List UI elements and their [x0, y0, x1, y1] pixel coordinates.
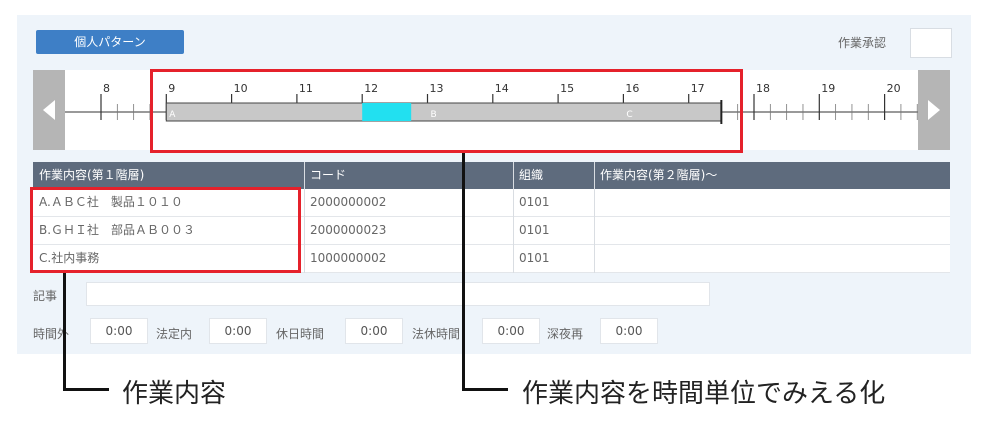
hour-tick-label: 20: [887, 82, 901, 95]
timeline-highlight-frame: [150, 69, 743, 153]
column-header-subtask[interactable]: 作業内容(第２階層)～: [594, 162, 950, 189]
hour-tick-label: 19: [821, 82, 835, 95]
org-cell: 0101: [519, 251, 550, 265]
callout-task-content: 作業内容: [122, 379, 227, 409]
code-cell: 1000000002: [310, 251, 387, 265]
late-night-input[interactable]: 0:00: [600, 318, 658, 344]
code-cell: 2000000002: [310, 195, 387, 209]
work-approval-checkbox[interactable]: [910, 28, 952, 58]
org-cell: 0101: [519, 195, 550, 209]
timeline-scroll-left-button[interactable]: [33, 70, 65, 150]
personal-pattern-button[interactable]: 個人パターン: [36, 30, 184, 54]
subtask-cell: [594, 217, 950, 244]
chevron-left-icon: [43, 100, 55, 120]
subtask-cell: [594, 245, 950, 272]
callout-line-left: [63, 273, 66, 391]
column-divider: [304, 162, 305, 273]
callout-line-right: [462, 388, 508, 391]
column-divider: [513, 162, 514, 273]
memo-label: 記事: [33, 289, 58, 303]
callout-timeline-visualization: 作業内容を時間単位でみえる化: [522, 379, 886, 409]
late-night-label: 深夜再: [547, 327, 584, 341]
code-cell: 2000000023: [310, 223, 387, 237]
chevron-right-icon: [928, 100, 940, 120]
overtime-input[interactable]: 0:00: [90, 318, 148, 344]
task-table-header: 作業内容(第１階層) コード 組織 作業内容(第２階層)～: [33, 162, 950, 189]
hour-tick-label: 18: [756, 82, 770, 95]
timeline-scroll-right-button[interactable]: [918, 70, 950, 150]
memo-input[interactable]: [86, 282, 710, 306]
statutory-input[interactable]: 0:00: [209, 318, 267, 344]
callout-line-right: [462, 153, 465, 391]
column-header-org[interactable]: 組織: [513, 162, 593, 189]
legal-holiday-label: 法休時間: [412, 327, 461, 341]
column-divider: [594, 162, 595, 273]
org-cell: 0101: [519, 223, 550, 237]
hour-tick-label: 8: [103, 82, 110, 95]
holiday-hours-label: 休日時間: [276, 327, 325, 341]
work-approval-label: 作業承認: [838, 36, 887, 50]
statutory-label: 法定内: [156, 327, 193, 341]
legal-holiday-input[interactable]: 0:00: [482, 318, 540, 344]
subtask-cell: [594, 189, 950, 216]
holiday-hours-input[interactable]: 0:00: [345, 318, 403, 344]
column-header-task[interactable]: 作業内容(第１階層): [33, 162, 303, 189]
task-highlight-frame: [30, 187, 301, 273]
callout-line-left: [63, 388, 109, 391]
column-header-code[interactable]: コード: [304, 162, 512, 189]
